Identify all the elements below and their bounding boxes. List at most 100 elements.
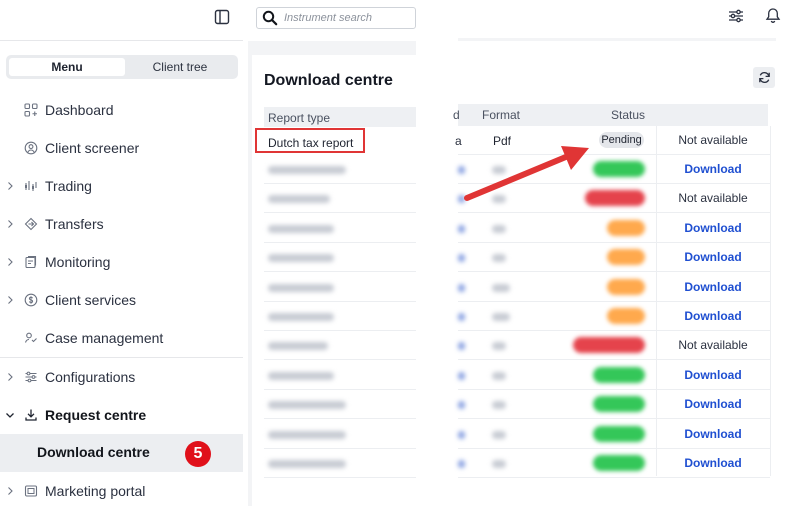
download-link[interactable]: Download — [656, 361, 770, 390]
page-title: Download centre — [264, 72, 393, 89]
sidebar-item-label: Configurations — [45, 369, 136, 385]
blurred-format — [492, 401, 506, 410]
table-row — [264, 243, 416, 273]
table-row — [264, 214, 416, 243]
table-row — [264, 449, 416, 478]
column-header-format[interactable]: Format — [482, 108, 520, 122]
sidebar-toggle-icon[interactable] — [214, 9, 230, 25]
action-cell: Not available — [678, 133, 748, 147]
sidebar-item-label: Client screener — [45, 140, 140, 156]
blurred-cell — [458, 224, 465, 233]
bell-icon[interactable] — [765, 7, 781, 24]
column-header-report-type[interactable]: Report type — [268, 111, 330, 125]
sidebar-item-monitoring[interactable]: Monitoring — [0, 245, 243, 279]
download-link[interactable]: Download — [656, 390, 770, 419]
instrument-search-input[interactable] — [284, 10, 414, 26]
sidebar: Menu Client tree Dashboard Client screen… — [0, 0, 243, 506]
segment-client-tree[interactable]: Client tree — [125, 58, 235, 76]
segment-menu[interactable]: Menu — [9, 58, 125, 76]
transfer-icon — [24, 217, 38, 231]
chevron-right-icon — [8, 258, 13, 266]
search-icon — [262, 10, 278, 26]
download-link[interactable]: Download — [656, 420, 770, 449]
download-link[interactable]: Download — [656, 155, 770, 184]
status-badge — [573, 337, 645, 354]
status-badge — [607, 308, 645, 324]
user-circle-icon — [24, 141, 38, 155]
screenshot-gap — [416, 0, 458, 506]
annotation-arrow — [464, 146, 589, 201]
status-badge — [593, 161, 645, 177]
sidebar-item-client-services[interactable]: Client services — [0, 283, 243, 317]
grid-icon — [24, 103, 38, 117]
status-badge — [607, 249, 645, 266]
blurred-format — [492, 430, 506, 439]
sidebar-item-label: Trading — [45, 178, 92, 194]
download-link[interactable]: Download — [656, 449, 770, 478]
action-cell: Not available — [678, 338, 748, 353]
blurred-cell — [458, 460, 465, 468]
blurred-report-type — [268, 166, 346, 174]
chevron-down-icon — [6, 413, 14, 418]
sidebar-item-label: Client services — [45, 292, 137, 308]
status-badge: Pending — [599, 132, 644, 148]
blurred-cell — [458, 313, 465, 321]
download-link[interactable]: Download — [656, 243, 770, 272]
blurred-format — [492, 342, 506, 351]
sidebar-item-marketing-portal[interactable]: Marketing portal — [0, 474, 243, 506]
sidebar-item-configurations[interactable]: Configurations — [0, 360, 243, 394]
blurred-report-type — [268, 254, 334, 263]
chevron-right-icon — [8, 182, 13, 190]
download-link[interactable]: Download — [656, 302, 770, 331]
table-row — [264, 420, 416, 449]
sidebar-item-request-centre[interactable]: Request centre — [0, 398, 243, 432]
table-row — [264, 390, 416, 420]
table-row — [264, 184, 416, 214]
status-badge — [593, 396, 645, 413]
blurred-format — [492, 460, 506, 468]
blurred-report-type — [268, 460, 346, 468]
action-cell: Not available — [678, 191, 748, 206]
divider — [0, 357, 243, 358]
menu-segmented-control: Menu Client tree — [6, 55, 238, 79]
sidebar-item-case-management[interactable]: Case management — [0, 321, 243, 355]
status-badge — [607, 219, 645, 236]
table-row — [264, 361, 416, 390]
status-badge — [593, 425, 645, 442]
table-row — [264, 155, 416, 184]
blurred-format — [492, 224, 506, 233]
sidebar-item-trading[interactable]: Trading — [0, 169, 243, 203]
download-link[interactable]: Download — [656, 273, 770, 302]
sidebar-item-client-screener[interactable]: Client screener — [0, 131, 243, 165]
column-divider — [656, 126, 657, 476]
column-header-status[interactable]: Status — [611, 108, 645, 122]
blurred-cell — [458, 342, 465, 351]
filter-icon[interactable] — [728, 8, 744, 24]
refresh-icon — [759, 72, 770, 83]
download-link[interactable]: Download — [656, 214, 770, 243]
sliders-icon — [25, 371, 37, 383]
table-row — [264, 331, 416, 361]
dollar-circle-icon — [24, 293, 38, 307]
divider — [0, 40, 243, 41]
blurred-report-type — [268, 313, 334, 321]
monitoring-icon — [25, 255, 37, 269]
trading-icon — [25, 181, 37, 191]
sidebar-item-transfers[interactable]: Transfers — [0, 207, 243, 241]
sidebar-item-dashboard[interactable]: Dashboard — [0, 93, 243, 127]
highlight-box — [255, 128, 365, 153]
sidebar-item-label: Download centre — [37, 444, 150, 460]
case-icon — [24, 332, 37, 343]
status-badge — [593, 455, 645, 471]
blurred-cell — [458, 283, 465, 292]
sidebar-item-label: Monitoring — [45, 254, 111, 270]
blurred-report-type — [268, 342, 328, 351]
blurred-format — [492, 283, 510, 292]
blurred-cell — [458, 371, 465, 380]
blurred-cell — [458, 430, 465, 439]
table-row — [264, 302, 416, 331]
sidebar-item-label: Request centre — [45, 407, 147, 423]
blurred-cell — [458, 401, 465, 410]
chevron-right-icon — [8, 296, 13, 304]
blurred-report-type — [268, 224, 334, 233]
